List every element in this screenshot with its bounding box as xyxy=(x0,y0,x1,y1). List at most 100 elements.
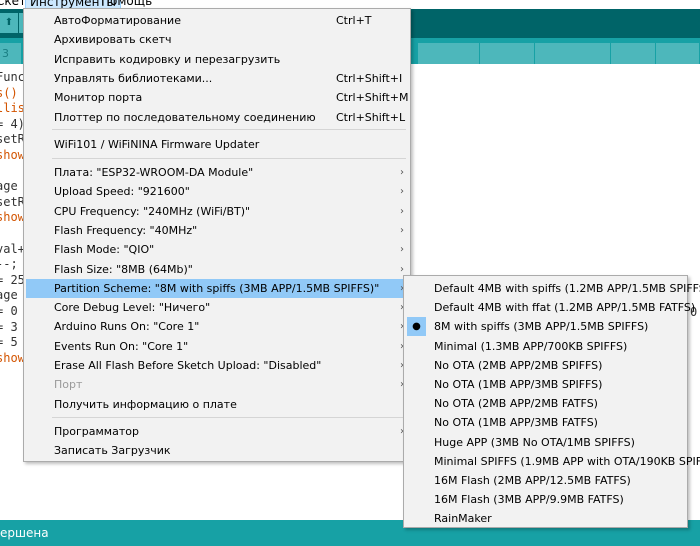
menu-item[interactable]: Записать Загрузчик xyxy=(26,441,408,460)
code-line: = 4) xyxy=(0,116,25,131)
shortcut-label: Ctrl+Shift+I xyxy=(336,71,403,85)
partition-option-label: 8M with spiffs (3MB APP/1.5MB SPIFFS) xyxy=(434,320,649,334)
menu-item[interactable]: Получить информацию о плате xyxy=(26,395,408,414)
code-line: show xyxy=(0,148,25,162)
partition-option[interactable]: Minimal SPIFFS (1.9MB APP with OTA/190KB… xyxy=(406,452,700,471)
partition-option-label: 16M Flash (3MB APP/9.9MB FATFS) xyxy=(434,493,624,507)
menu-item-label: Upload Speed: "921600" xyxy=(54,185,190,199)
partition-option[interactable]: No OTA (2MB APP/2MB SPIFFS) xyxy=(406,356,685,375)
menu-item-label: Плата: "ESP32-WROOM-DA Module" xyxy=(54,166,254,179)
chevron-right-icon: › xyxy=(400,186,404,198)
partition-option-label: No OTA (2MB APP/2MB FATFS) xyxy=(434,397,598,411)
menu-item[interactable]: Flash Frequency: "40MHz" › xyxy=(26,221,408,240)
menu-item[interactable]: CPU Frequency: "240MHz (WiFi/BT)" › xyxy=(26,202,408,221)
menu-item-label: CPU Frequency: "240MHz (WiFi/BT)" xyxy=(54,204,251,218)
menu-item[interactable]: Upload Speed: "921600" › xyxy=(26,182,408,201)
partition-option[interactable]: No OTA (1MB APP/3MB FATFS) xyxy=(406,413,685,432)
menu-item-label: Flash Frequency: "40MHz" xyxy=(54,223,198,237)
code-line: = 0 xyxy=(0,304,18,318)
code-line: = 3 xyxy=(0,319,18,334)
partition-option[interactable]: 16M Flash (2MB APP/12.5MB FATFS) xyxy=(406,471,685,490)
menu-separator xyxy=(52,158,406,159)
code-line: --; xyxy=(0,257,18,272)
menu-item[interactable]: АвтоФорматирование Ctrl+T xyxy=(26,11,408,30)
tab[interactable] xyxy=(611,43,656,64)
partition-option-label: No OTA (1MB APP/3MB FATFS) xyxy=(434,416,598,430)
chevron-right-icon: › xyxy=(400,224,404,236)
code-line: age xyxy=(0,288,18,303)
code-line: s() xyxy=(0,85,18,100)
menu-item[interactable]: Плата: "ESP32-WROOM-DA Module" › xyxy=(26,163,408,182)
menu-item-label: Получить информацию о плате xyxy=(54,397,237,411)
menu-item[interactable]: Flash Size: "8MB (64Mb)" › xyxy=(26,260,408,279)
partition-option-label: Default 4MB with spiffs (1.2MB APP/1.5MB… xyxy=(434,282,700,295)
tab[interactable] xyxy=(418,43,480,64)
menu-item[interactable]: Программатор › xyxy=(26,422,408,441)
menu-item[interactable]: Flash Mode: "QIO" › xyxy=(26,240,408,259)
partition-option[interactable]: Minimal (1.3MB APP/700KB SPIFFS) xyxy=(406,337,685,356)
partition-option-label: No OTA (2MB APP/2MB SPIFFS) xyxy=(434,358,603,372)
partition-option-label: Minimal (1.3MB APP/700KB SPIFFS) xyxy=(434,339,628,353)
shortcut-label: Ctrl+Shift+M xyxy=(336,91,409,105)
menu-item-label: Erase All Flash Before Sketch Upload: "D… xyxy=(54,359,322,372)
partition-option[interactable]: No OTA (1MB APP/3MB SPIFFS) xyxy=(406,375,685,394)
menu-item[interactable]: WiFi101 / WiFiNINA Firmware Updater xyxy=(26,135,408,154)
chevron-right-icon: › xyxy=(400,244,404,256)
code-line: show xyxy=(0,350,25,365)
code-line: val+ xyxy=(0,241,25,256)
code-line: = 5 xyxy=(0,335,18,350)
menu-item-label: Плоттер по последовательному соединению xyxy=(54,110,316,124)
partition-option[interactable]: ● 8M with spiffs (3MB APP/1.5MB SPIFFS) xyxy=(406,317,685,337)
partition-option[interactable]: RainMaker xyxy=(406,509,685,528)
menu-item: Порт › xyxy=(26,375,408,394)
menu-item[interactable]: Erase All Flash Before Sketch Upload: "D… xyxy=(26,356,408,375)
menu-item[interactable]: Плоттер по последовательному соединению C… xyxy=(26,108,408,127)
menu-item-label: Программатор xyxy=(54,425,139,438)
partition-option-label: RainMaker xyxy=(434,512,492,526)
partition-option[interactable]: Default 4MB with ffat (1.2MB APP/1.5MB F… xyxy=(406,298,695,317)
menu-item[interactable]: Управлять библиотеками... Ctrl+Shift+I xyxy=(26,69,408,88)
chevron-right-icon: › xyxy=(400,205,404,217)
partition-option-label: Minimal SPIFFS (1.9MB APP with OTA/190KB… xyxy=(434,454,700,468)
tools-menu: АвтоФорматирование Ctrl+T Архивировать ске… xyxy=(23,8,411,462)
menu-item[interactable]: Events Run On: "Core 1" › xyxy=(26,337,408,356)
menu-item[interactable]: Arduino Runs On: "Core 1" › xyxy=(26,317,408,336)
tab[interactable] xyxy=(480,43,535,64)
partition-option[interactable]: 16M Flash (3MB APP/9.9MB FATFS) xyxy=(406,490,685,509)
partition-option-label: No OTA (1MB APP/3MB SPIFFS) xyxy=(434,378,603,391)
menu-item[interactable]: Исправить кодировку и перезагрузить xyxy=(26,50,408,69)
menu-help[interactable]: Помощь xyxy=(97,0,156,8)
menu-item[interactable]: Монитор порта Ctrl+Shift+M xyxy=(26,88,409,107)
menu-item-label: Core Debug Level: "Ничего" xyxy=(54,301,211,315)
tab-file[interactable]: 3 xyxy=(0,43,22,64)
menu-separator xyxy=(52,417,406,418)
partition-scheme-submenu: Default 4MB with spiffs (1.2MB APP/1.5MB… xyxy=(403,275,700,528)
shortcut-label: Ctrl+T xyxy=(336,14,372,27)
menu-item-label: Flash Size: "8MB (64Mb)" xyxy=(54,262,193,276)
menu-item-label: Записать Загрузчик xyxy=(54,444,171,458)
partition-option[interactable]: No OTA (2MB APP/2MB FATFS) xyxy=(406,394,685,413)
partition-option-label: 16M Flash (2MB APP/12.5MB FATFS) xyxy=(434,474,631,487)
code-line: setR xyxy=(0,132,25,147)
partition-option[interactable]: Huge APP (3MB No OTA/1MB SPIFFS) xyxy=(406,433,685,452)
menu-item-label: Partition Scheme: "8M with spiffs (3MB A… xyxy=(54,281,380,295)
code-line: show xyxy=(0,210,25,225)
menu-item-label: Arduino Runs On: "Core 1" xyxy=(54,320,200,334)
menu-item-label: Монитор порта xyxy=(54,91,143,105)
menu-item-label: Архивировать скетч xyxy=(54,33,172,47)
upload-icon[interactable]: ⬆ xyxy=(0,13,18,33)
code-line: Func xyxy=(0,70,25,84)
tab[interactable] xyxy=(535,43,611,64)
partition-option-label: Huge APP (3MB No OTA/1MB SPIFFS) xyxy=(434,435,635,449)
menu-item[interactable]: Архивировать скетч xyxy=(26,30,408,49)
partition-option-label: Default 4MB with ffat (1.2MB APP/1.5MB F… xyxy=(434,301,696,315)
menu-item[interactable]: Core Debug Level: "Ничего" › xyxy=(26,298,408,317)
code-line: = 25 xyxy=(0,272,25,287)
menu-item[interactable]: Partition Scheme: "8M with spiffs (3MB A… xyxy=(26,278,408,298)
menu-item-label: Flash Mode: "QIO" xyxy=(54,243,155,257)
menu-item-label: Исправить кодировку и перезагрузить xyxy=(54,52,281,66)
tab[interactable] xyxy=(656,43,700,64)
menu-separator xyxy=(52,129,406,130)
menu-item-label: Управлять библиотеками... xyxy=(54,71,213,85)
partition-option[interactable]: Default 4MB with spiffs (1.2MB APP/1.5MB… xyxy=(406,279,700,298)
